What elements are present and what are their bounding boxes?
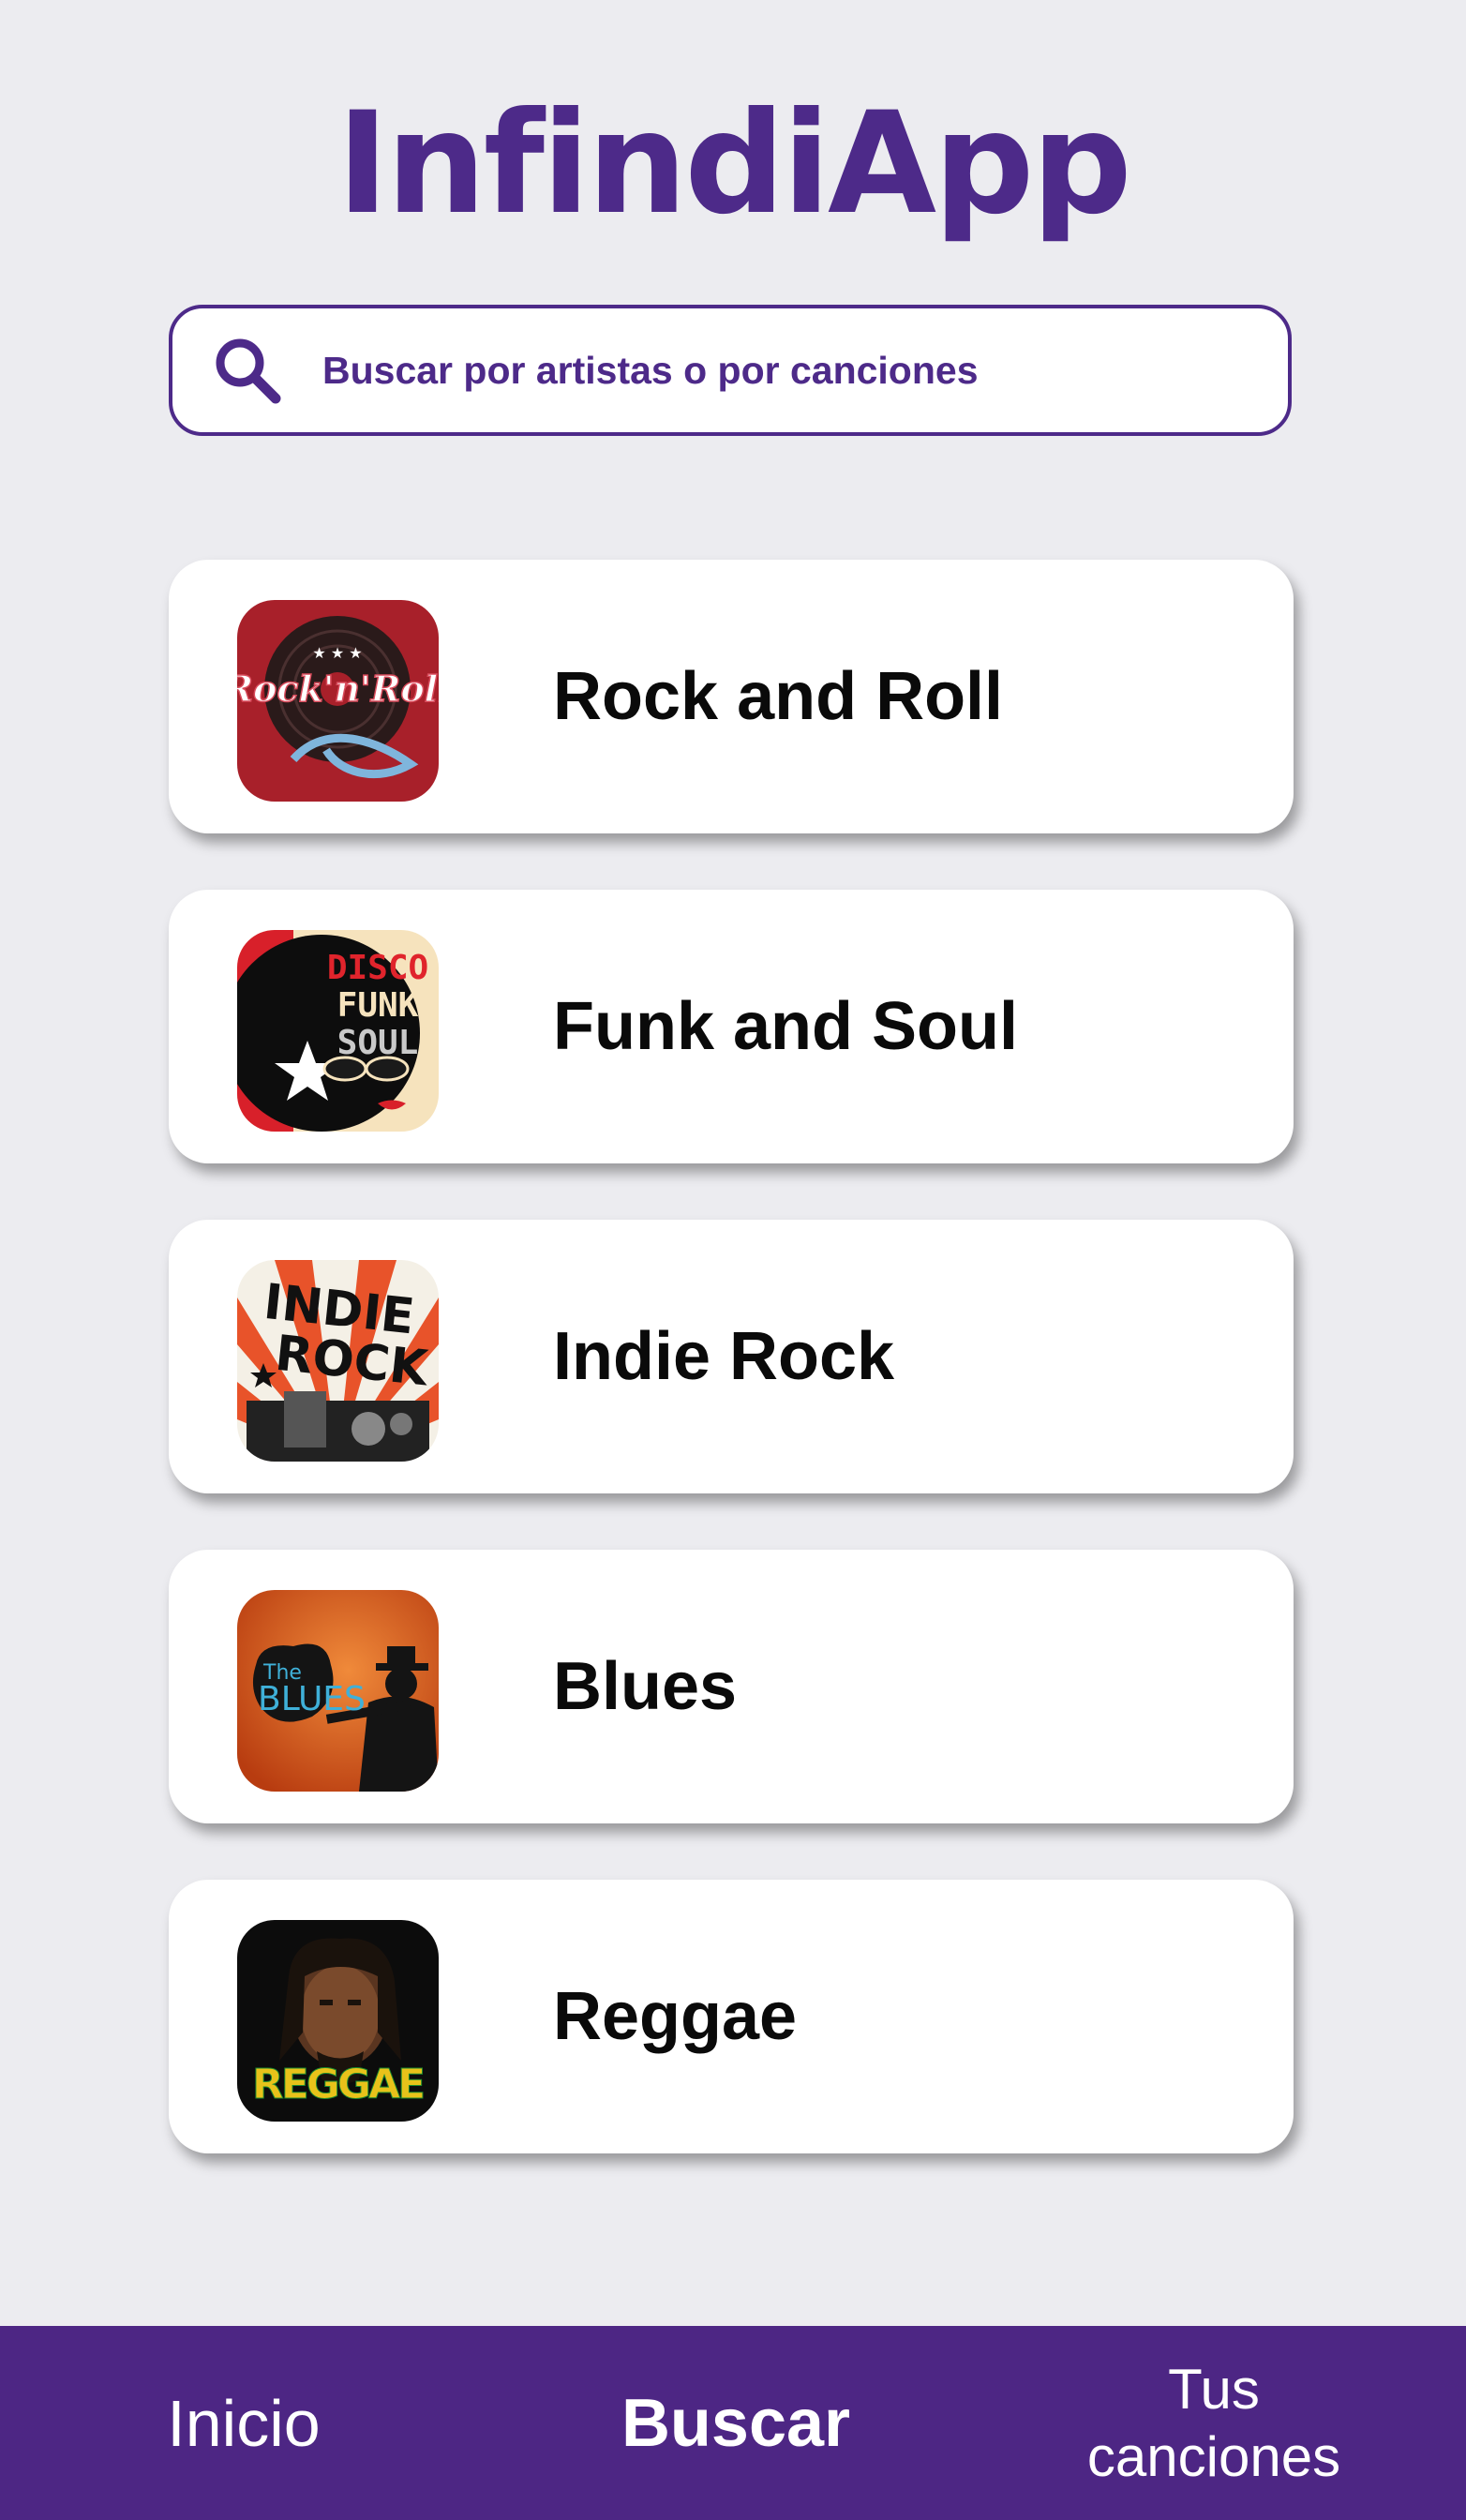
- search-icon[interactable]: [210, 333, 285, 408]
- svg-text:BLUES: BLUES: [258, 1680, 366, 1718]
- genre-label: Reggae: [553, 1979, 798, 2054]
- funk-and-soul-thumbnail: DISCO FUNK SOUL: [237, 930, 439, 1132]
- nav-tus-canciones[interactable]: Tus canciones: [1059, 2326, 1369, 2520]
- genre-card-reggae[interactable]: REGGAE Reggae: [169, 1880, 1294, 2153]
- genre-card-blues[interactable]: The BLUES Blues: [169, 1550, 1294, 1823]
- bottom-navigation: Inicio Buscar Tus canciones: [0, 2326, 1466, 2520]
- svg-text:REGGAE: REGGAE: [252, 2061, 423, 2108]
- reggae-thumbnail: REGGAE: [237, 1920, 439, 2122]
- app-title: InfindiApp: [337, 82, 1132, 246]
- search-bar[interactable]: [169, 305, 1292, 436]
- genre-label: Rock and Roll: [553, 659, 1004, 734]
- genre-card-funk-and-soul[interactable]: DISCO FUNK SOUL Funk and Soul: [169, 890, 1294, 1163]
- rock-and-roll-thumbnail: ★ ★ ★ Rock'n'Roll: [237, 600, 439, 802]
- genre-card-indie-rock[interactable]: INDIE ROCK Indie Rock: [169, 1220, 1294, 1493]
- genre-label: Blues: [553, 1649, 738, 1724]
- nav-inicio[interactable]: Inicio: [94, 2326, 394, 2520]
- svg-text:FUNK: FUNK: [337, 986, 419, 1025]
- genre-list: ★ ★ ★ Rock'n'Roll Rock and Roll DISCO FU…: [169, 560, 1294, 2210]
- genre-label: Indie Rock: [553, 1319, 895, 1394]
- genre-label: Funk and Soul: [553, 989, 1018, 1064]
- blues-thumbnail: The BLUES: [237, 1590, 439, 1792]
- svg-text:DISCO: DISCO: [327, 949, 428, 987]
- search-input[interactable]: [321, 347, 1243, 394]
- svg-text:★ ★ ★: ★ ★ ★: [312, 644, 362, 662]
- svg-text:Rock'n'Roll: Rock'n'Roll: [237, 668, 439, 710]
- indie-rock-thumbnail: INDIE ROCK: [237, 1260, 439, 1462]
- nav-buscar[interactable]: Buscar: [581, 2326, 890, 2520]
- genre-card-rock-and-roll[interactable]: ★ ★ ★ Rock'n'Roll Rock and Roll: [169, 560, 1294, 833]
